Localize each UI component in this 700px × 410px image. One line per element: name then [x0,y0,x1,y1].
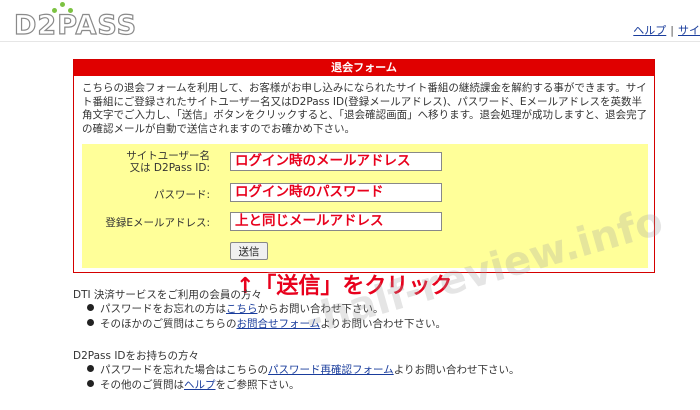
help-link-bottom[interactable]: ヘルプ [184,379,216,391]
bullet-dot-icon [87,304,94,311]
form-area: サイトユーザー名 又は D2Pass ID: ログイン時のメールアドレス パスワ… [82,144,648,268]
panel-title: 退会フォーム [74,60,654,76]
site-link[interactable]: サイ [678,24,700,37]
list-item: そのほかのご質問はこちらのお問合せフォームよりお問い合わせ下さい。 [87,316,446,331]
d2pass-logo[interactable]: D2PASS [13,9,137,41]
password-label: パスワード: [153,189,210,201]
username-field[interactable]: ログイン時のメールアドレス [230,152,442,171]
intro-text: こちらの退会フォームを利用して、お客様がお申し込みになられたサイト番組の継続課金… [82,82,648,135]
item-text-pre: パスワードを忘れた場合はこちらの [100,364,268,376]
item-text-pre: パスワードをお忘れの方は [100,303,226,315]
email-label: 登録Eメールアドレス: [105,217,210,229]
username-label: サイトユーザー名 又は D2Pass ID: [82,150,210,174]
submit-button[interactable]: 送信 [230,242,268,260]
item-text-pre: その他のご質問は [100,379,184,391]
bullet-dot-icon [87,319,94,326]
item-text-post: からお問い合わせ下さい。 [257,303,384,315]
username-label-line1: サイトユーザー名 [126,150,210,162]
header-divider [0,41,700,42]
password-reconfirm-link[interactable]: パスワード再確認フォーム [268,364,394,376]
click-submit-annotation: ↑「送信」をクリック [236,274,453,299]
item-text-post: をご参照下さい。 [215,379,300,391]
list-item: パスワードをお忘れの方はこちらからお問い合わせ下さい。 [87,301,384,316]
item-text-pre: そのほかのご質問はこちらの [100,318,237,330]
withdrawal-form-panel: 退会フォーム こちらの退会フォームを利用して、お客様がお申し込みになられたサイト… [73,59,655,273]
bullet-dot-icon [87,365,94,372]
top-nav: ヘルプ | サイ [633,22,700,38]
bullet-dot-icon [87,380,94,387]
list-item: その他のご質問はヘルプをご参照下さい。 [87,377,300,392]
d2pass-section-title: D2Pass IDをお持ちの方々 [73,350,200,362]
inquiry-form-link[interactable]: お問合せフォーム [237,318,321,330]
email-field[interactable]: 上と同じメールアドレス [230,212,442,231]
password-field[interactable]: ログイン時のパスワード [230,183,442,202]
item-text-post: よりお問い合わせ下さい。 [393,364,520,376]
dti-section-title: DTI 決済サービスをご利用の会員の方々 [73,289,262,301]
item-text-post: よりお問い合わせ下さい。 [320,318,446,330]
nav-separator: | [670,24,674,37]
contact-here-link[interactable]: こちら [226,303,258,315]
username-label-line2: 又は D2Pass ID: [129,162,210,174]
help-link[interactable]: ヘルプ [633,24,666,37]
list-item: パスワードを忘れた場合はこちらのパスワード再確認フォームよりお問い合わせ下さい。 [87,362,519,377]
